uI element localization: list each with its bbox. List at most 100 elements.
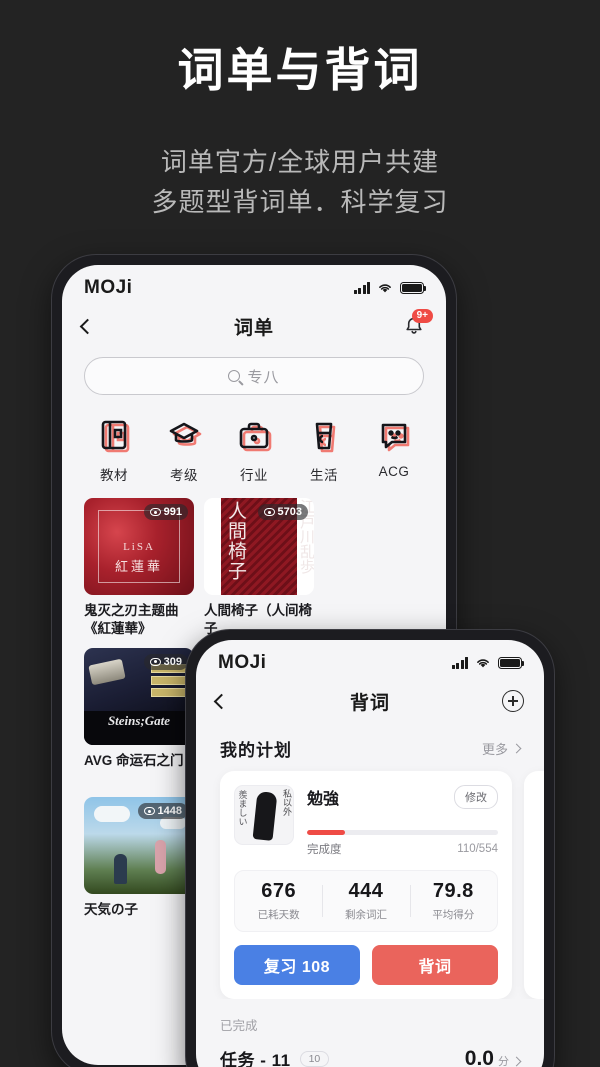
battery-icon <box>498 657 525 669</box>
eye-icon <box>149 657 161 666</box>
category-bar: 教材 考级 行业 生活 ACG <box>62 395 446 484</box>
progress-bar <box>307 830 498 835</box>
promo-header: 词单与背词 词单官方/全球用户共建 多题型背词单．科学复习 <box>0 0 600 223</box>
coffee-cup-icon <box>304 415 344 455</box>
card-title: AVG 命运石之门 <box>84 752 184 768</box>
category-label-4: ACG <box>378 464 410 479</box>
promo-title: 词单与背词 <box>177 44 423 96</box>
category-item-0[interactable]: 教材 <box>84 415 144 484</box>
thumb-caption-2: 私以外 <box>282 789 292 816</box>
promo-subtitle: 词单官方/全球用户共建 多题型背词单．科学复习 <box>0 142 600 223</box>
thumb-art-cloud <box>94 806 130 823</box>
thumb-art-cloud2 <box>160 817 186 830</box>
plan-stats: 676 已耗天数 444 剩余词汇 79.8 平均得分 <box>234 870 498 932</box>
chevron-right-icon <box>511 743 522 754</box>
thumb-art <box>252 791 278 841</box>
signal-bars-icon <box>353 282 370 294</box>
status-icons <box>451 657 525 669</box>
thumb-caption: 人間椅子 <box>224 501 246 581</box>
study-screen: MOJi 背词 我的计划 更多 羨ましい 私以外 修改 勉強 完成度 110/5… <box>196 640 544 1067</box>
completed-task-row[interactable]: 任务 - 11 10 0.0 分 <box>196 1034 544 1067</box>
plan-body: 修改 勉強 完成度 110/554 <box>307 785 498 857</box>
progress-label: 完成度 <box>307 844 342 856</box>
briefcase-icon <box>234 415 274 455</box>
category-label-3: 生活 <box>310 468 338 483</box>
card-title: 鬼灭之刃主题曲《紅蓮華》 <box>84 603 179 636</box>
app-brand: MOJi <box>218 652 267 673</box>
thumb-caption: Steins;Gate <box>107 712 171 728</box>
search-icon <box>228 370 241 382</box>
promo-screenshot: 词单与背词 词单官方/全球用户共建 多题型背词单．科学复习 MOJi 词单 9+… <box>0 0 600 1067</box>
stat-value: 444 <box>348 880 384 902</box>
review-button[interactable]: 复习 108 <box>234 945 360 985</box>
category-item-3[interactable]: 生活 <box>294 415 354 484</box>
wordlist-card[interactable]: 1448 天気の子 <box>84 797 194 919</box>
card-thumbnail: 人間椅子 江戸川乱歩 5703 <box>204 498 314 595</box>
category-item-4[interactable]: ACG <box>364 415 424 484</box>
view-count-badge: 5703 <box>257 504 308 520</box>
thumb-art <box>88 658 126 685</box>
wordlist-card[interactable]: Steins;Gate 309 AVG 命运石之门 <box>84 647 194 788</box>
thumb-caption-2: 紅蓮華 <box>114 559 163 575</box>
status-bar: MOJi <box>62 265 446 305</box>
stat-item: 79.8 平均得分 <box>409 880 497 922</box>
wordlist-card[interactable]: LiSA 紅蓮華 991 鬼灭之刃主题曲《紅蓮華》 <box>84 498 194 638</box>
view-count-badge: 991 <box>143 504 188 520</box>
section-header: 我的计划 更多 <box>196 722 544 761</box>
card-thumbnail: 1448 <box>84 797 194 895</box>
wordlist-card[interactable]: 人間椅子 江戸川乱歩 5703 人間椅子（人间椅子 <box>204 498 314 638</box>
chat-cat-icon <box>374 415 414 455</box>
plan-actions: 复习 108 背词 <box>234 945 498 985</box>
card-thumbnail: LiSA 紅蓮華 991 <box>84 498 194 595</box>
nav-bar: 词单 9+ <box>62 305 446 347</box>
notifications-button[interactable]: 9+ <box>402 309 433 338</box>
status-icons <box>353 282 427 294</box>
study-button[interactable]: 背词 <box>372 945 498 985</box>
back-button[interactable] <box>79 318 96 334</box>
section-title: 我的计划 <box>220 741 292 760</box>
view-count: 991 <box>163 506 182 518</box>
stat-label: 平均得分 <box>432 909 475 921</box>
wifi-icon <box>379 284 391 293</box>
category-label-1: 考级 <box>170 468 198 483</box>
stat-item: 444 剩余词汇 <box>322 880 409 922</box>
view-count-badge: 1448 <box>137 803 188 820</box>
progress-row: 完成度 110/554 <box>307 841 498 857</box>
bell-wrapper: 9+ <box>402 309 433 338</box>
add-plan-button[interactable] <box>502 690 524 712</box>
card-title: 天気の子 <box>84 902 138 918</box>
plan-carousel[interactable]: 羨ましい 私以外 修改 勉強 完成度 110/554 676 已耗天数 444 … <box>196 761 544 999</box>
notification-badge: 9+ <box>411 309 433 323</box>
page-title: 背词 <box>349 692 390 714</box>
search-input[interactable]: 专八 <box>84 357 424 395</box>
thumb-caption: 羨ましい <box>237 790 248 826</box>
category-label-2: 行业 <box>240 468 268 483</box>
category-item-1[interactable]: 考级 <box>154 415 214 484</box>
plan-card-next[interactable] <box>524 771 544 999</box>
stat-value: 79.8 <box>432 880 474 902</box>
promo-subtitle-line1: 词单官方/全球用户共建 <box>160 147 440 177</box>
plan-top: 羨ましい 私以外 修改 勉強 完成度 110/554 <box>234 785 498 857</box>
category-label-0: 教材 <box>100 468 128 483</box>
more-label: 更多 <box>481 742 508 757</box>
stat-label: 剩余词汇 <box>344 909 387 921</box>
task-name: 任务 - 11 <box>220 1051 291 1067</box>
edit-plan-button[interactable]: 修改 <box>454 785 498 809</box>
stat-label: 已耗天数 <box>257 909 300 921</box>
graduation-cap-icon <box>164 415 204 455</box>
plan-card[interactable]: 羨ましい 私以外 修改 勉強 完成度 110/554 676 已耗天数 444 … <box>220 771 512 999</box>
chevron-left-icon <box>79 318 96 334</box>
wifi-icon <box>477 659 489 668</box>
more-button[interactable]: 更多 <box>481 739 522 758</box>
score-value: 0.0 <box>464 1046 494 1067</box>
eye-icon <box>263 508 275 516</box>
category-item-2[interactable]: 行业 <box>224 415 284 484</box>
battery-icon <box>400 282 427 294</box>
signal-bars-icon <box>451 657 468 669</box>
thumb-art-figure1 <box>114 854 127 885</box>
view-count: 1448 <box>157 805 182 818</box>
back-button[interactable] <box>213 693 230 709</box>
thumb-art-figure2 <box>155 840 166 875</box>
eye-icon <box>143 807 155 816</box>
stat-value: 676 <box>261 880 297 902</box>
